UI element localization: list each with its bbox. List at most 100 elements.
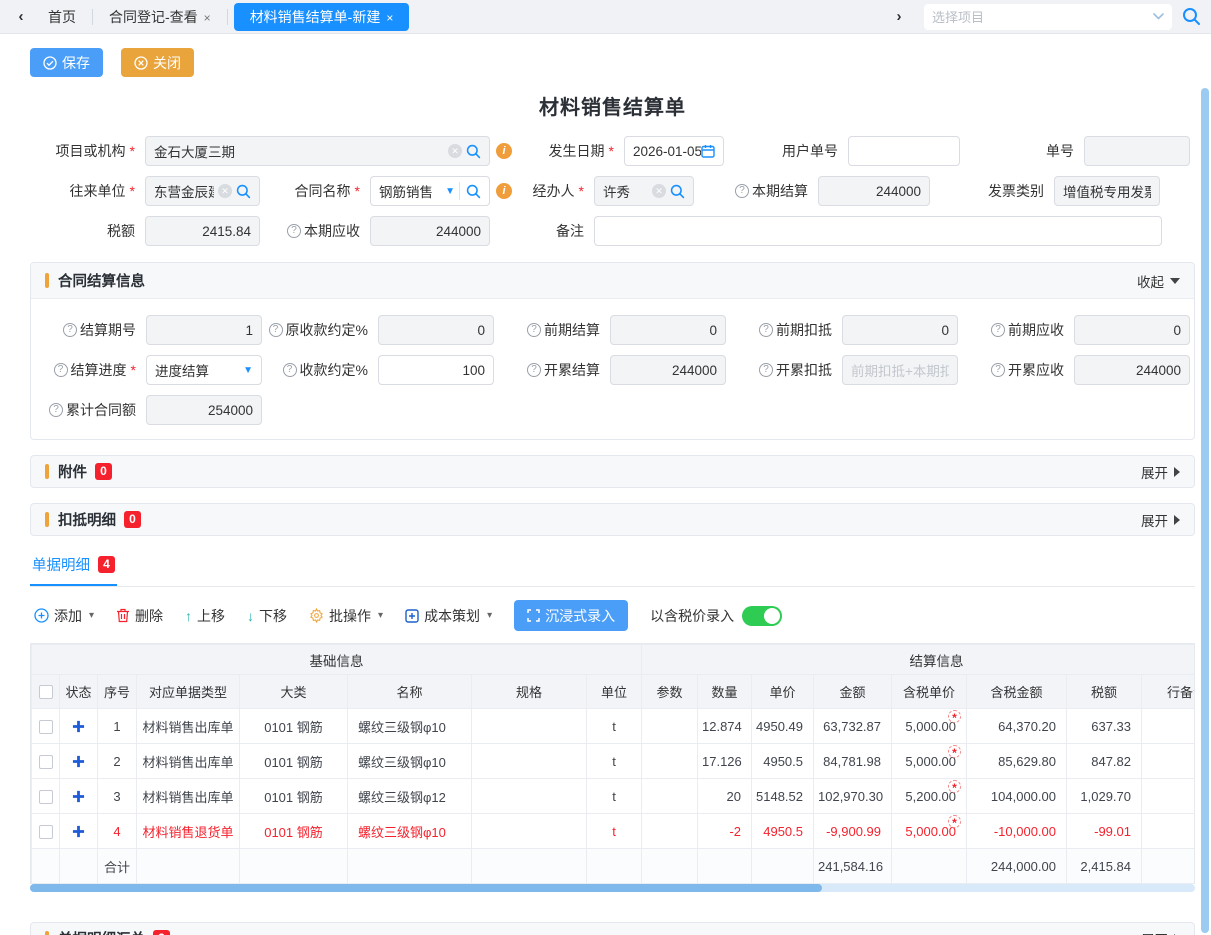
vertical-scrollbar[interactable] bbox=[1201, 88, 1209, 933]
search-icon[interactable] bbox=[236, 184, 251, 199]
help-icon[interactable]: ? bbox=[735, 184, 749, 198]
cell-note[interactable] bbox=[1142, 779, 1196, 814]
cell-name[interactable]: 螺纹三级钢φ10 bbox=[348, 814, 472, 849]
save-button[interactable]: 保存 bbox=[30, 48, 103, 77]
cell-price[interactable]: 4950.49 bbox=[752, 709, 814, 744]
remark-input[interactable] bbox=[594, 216, 1162, 246]
cell-tax_price[interactable]: *5,000.00 bbox=[892, 744, 967, 779]
tab-settlement-new[interactable]: 材料销售结算单-新建× bbox=[234, 3, 410, 31]
cell-tax_amount[interactable]: 104,000.00 bbox=[967, 779, 1067, 814]
cell-spec[interactable] bbox=[472, 779, 587, 814]
cell-tax[interactable]: -99.01 bbox=[1067, 814, 1142, 849]
calendar-icon[interactable] bbox=[701, 144, 715, 158]
tax-price-toggle[interactable] bbox=[742, 606, 782, 626]
row-checkbox-cell[interactable] bbox=[32, 744, 60, 779]
table-row[interactable]: 3材料销售出库单0101 钢筋螺纹三级钢φ12t205148.52102,970… bbox=[32, 779, 1196, 814]
row-checkbox-cell[interactable] bbox=[32, 814, 60, 849]
cell-spec[interactable] bbox=[472, 744, 587, 779]
cell-amount[interactable]: 102,970.30 bbox=[814, 779, 892, 814]
help-icon[interactable]: ? bbox=[759, 323, 773, 337]
cell-seq[interactable]: 3 bbox=[98, 779, 137, 814]
expand-toggle[interactable]: 展开 bbox=[1141, 510, 1180, 530]
row-status-cell[interactable] bbox=[60, 744, 98, 779]
cell-tax_amount[interactable]: 64,370.20 bbox=[967, 709, 1067, 744]
cell-doc_type[interactable]: 材料销售出库单 bbox=[137, 709, 240, 744]
cell-price[interactable]: 4950.5 bbox=[752, 744, 814, 779]
user-no-input[interactable] bbox=[848, 136, 960, 166]
cell-tax[interactable]: 1,029.70 bbox=[1067, 779, 1142, 814]
cell-name[interactable]: 螺纹三级钢φ12 bbox=[348, 779, 472, 814]
project-input[interactable]: 金石大厦三期 ✕ bbox=[145, 136, 490, 166]
row-status-cell[interactable] bbox=[60, 814, 98, 849]
cell-tax[interactable]: 847.82 bbox=[1067, 744, 1142, 779]
cell-seq[interactable]: 4 bbox=[98, 814, 137, 849]
help-icon[interactable]: ? bbox=[527, 323, 541, 337]
cell-name[interactable]: 螺纹三级钢φ10 bbox=[348, 709, 472, 744]
cell-unit[interactable]: t bbox=[587, 779, 642, 814]
table-row[interactable]: 1材料销售出库单0101 钢筋螺纹三级钢φ10 t 12.8744950.4963,… bbox=[32, 709, 1196, 744]
cell-unit[interactable]: t bbox=[587, 814, 642, 849]
batch-ops-button[interactable]: 批操作▾ bbox=[309, 606, 383, 626]
help-icon[interactable]: ? bbox=[63, 323, 77, 337]
cell-note[interactable] bbox=[1142, 709, 1196, 744]
search-icon[interactable] bbox=[1182, 7, 1201, 26]
table-row[interactable]: 4材料销售退货单0101 钢筋螺纹三级钢φ10t-24950.5-9,900.9… bbox=[32, 814, 1196, 849]
row-status-cell[interactable] bbox=[60, 779, 98, 814]
cell-name[interactable]: 螺纹三级钢φ10 bbox=[348, 744, 472, 779]
cell-doc_type[interactable]: 材料销售出库单 bbox=[137, 744, 240, 779]
help-icon[interactable]: ? bbox=[759, 363, 773, 377]
clear-icon[interactable]: ✕ bbox=[448, 144, 462, 158]
cell-qty[interactable]: -2 bbox=[698, 814, 752, 849]
info-icon[interactable]: i bbox=[496, 143, 512, 159]
cell-tax_price[interactable]: *5,200.00 bbox=[892, 779, 967, 814]
tab-close-icon[interactable]: × bbox=[204, 11, 211, 25]
cell-seq[interactable]: 1 bbox=[98, 709, 137, 744]
cell-unit[interactable]: t bbox=[587, 709, 642, 744]
help-icon[interactable]: ? bbox=[991, 363, 1005, 377]
cell-amount[interactable]: -9,900.99 bbox=[814, 814, 892, 849]
help-icon[interactable]: ? bbox=[991, 323, 1005, 337]
select-all-cell[interactable] bbox=[32, 675, 60, 709]
row-checkbox-cell[interactable] bbox=[32, 709, 60, 744]
search-icon[interactable] bbox=[466, 144, 481, 159]
move-up-button[interactable]: ↑上移 bbox=[185, 606, 225, 626]
collapse-toggle[interactable]: 收起 bbox=[1137, 271, 1180, 291]
settle-progress-select[interactable]: 进度结算▼ bbox=[146, 355, 262, 385]
scrollbar-thumb[interactable] bbox=[30, 884, 822, 892]
cost-plan-button[interactable]: 成本策划▾ bbox=[405, 606, 492, 626]
cell-note[interactable] bbox=[1142, 814, 1196, 849]
tabs-forward-icon[interactable]: › bbox=[888, 8, 910, 25]
cell-amount[interactable]: 63,732.87 bbox=[814, 709, 892, 744]
cell-qty[interactable]: 12.874 bbox=[698, 709, 752, 744]
cell-tax_amount[interactable]: 85,629.80 bbox=[967, 744, 1067, 779]
help-icon[interactable]: ? bbox=[287, 224, 301, 238]
help-icon[interactable]: ? bbox=[269, 323, 283, 337]
cell-tax_price[interactable]: *5,000.00 bbox=[892, 814, 967, 849]
row-status-cell[interactable] bbox=[60, 709, 98, 744]
counterpart-input[interactable]: 东营金辰建 ✕ bbox=[145, 176, 260, 206]
pay-ratio-input[interactable]: 100 bbox=[378, 355, 494, 385]
cell-amount[interactable]: 84,781.98 bbox=[814, 744, 892, 779]
table-row[interactable]: 2材料销售出库单0101 钢筋螺纹三级钢φ10t17.1264950.584,7… bbox=[32, 744, 1196, 779]
cell-doc_type[interactable]: 材料销售退货单 bbox=[137, 814, 240, 849]
info-icon[interactable]: i bbox=[496, 183, 512, 199]
contract-select[interactable]: 钢筋销售 ▼ bbox=[370, 176, 490, 206]
add-button[interactable]: 添加▾ bbox=[34, 606, 94, 626]
cell-param[interactable] bbox=[642, 709, 698, 744]
expand-toggle[interactable]: 展开 bbox=[1141, 929, 1180, 935]
clear-icon[interactable]: ✕ bbox=[218, 184, 232, 198]
cell-doc_type[interactable]: 材料销售出库单 bbox=[137, 779, 240, 814]
cell-category[interactable]: 0101 钢筋 bbox=[240, 709, 348, 744]
cell-category[interactable]: 0101 钢筋 bbox=[240, 779, 348, 814]
row-checkbox-cell[interactable] bbox=[32, 779, 60, 814]
cell-param[interactable] bbox=[642, 744, 698, 779]
immersive-entry-button[interactable]: 沉浸式录入 bbox=[514, 600, 628, 631]
close-button[interactable]: 关闭 bbox=[121, 48, 194, 77]
help-icon[interactable]: ? bbox=[527, 363, 541, 377]
move-down-button[interactable]: ↓下移 bbox=[247, 606, 287, 626]
cell-category[interactable]: 0101 钢筋 bbox=[240, 744, 348, 779]
help-icon[interactable]: ? bbox=[49, 403, 63, 417]
tab-contract-view[interactable]: 合同登记-查看× bbox=[93, 3, 227, 31]
delete-button[interactable]: 删除 bbox=[116, 606, 163, 626]
cell-param[interactable] bbox=[642, 814, 698, 849]
